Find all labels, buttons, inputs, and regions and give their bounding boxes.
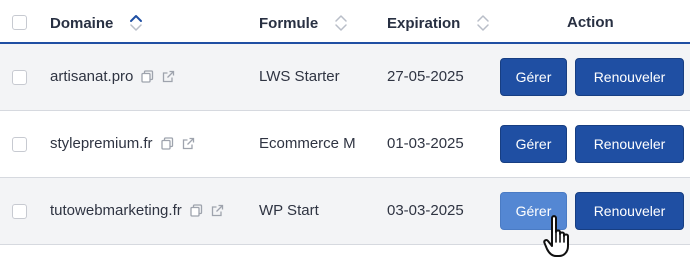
- table-header: Domaine Formule Expiration Action: [0, 0, 690, 44]
- table-row: stylepremium.fr Ecommerce M 01-03-2025 G…: [0, 111, 690, 178]
- copy-icon[interactable]: [141, 70, 154, 83]
- expiration-cell: 03-03-2025: [387, 202, 464, 219]
- renew-button[interactable]: Renouveler: [575, 192, 684, 230]
- formule-cell: LWS Starter: [259, 68, 340, 85]
- column-formule-header[interactable]: Formule: [259, 14, 348, 32]
- expiration-cell: 01-03-2025: [387, 135, 464, 152]
- column-domain-header[interactable]: Domaine: [50, 14, 143, 32]
- row-checkbox[interactable]: [12, 137, 27, 152]
- column-action-header: Action: [567, 14, 614, 31]
- expiration-cell: 27-05-2025: [387, 68, 464, 85]
- column-expiration-header[interactable]: Expiration: [387, 14, 490, 32]
- domain-name: tutowebmarketing.fr: [50, 202, 182, 219]
- table-row: tutowebmarketing.fr WP Start 03-03-2025 …: [0, 178, 690, 245]
- hand-cursor-icon: [543, 215, 569, 257]
- domain-cell: stylepremium.fr: [50, 135, 195, 152]
- column-formule-label: Formule: [259, 14, 319, 32]
- column-expiration-label: Expiration: [387, 14, 461, 32]
- sort-icon[interactable]: [476, 14, 490, 32]
- domain-name: stylepremium.fr: [50, 135, 153, 152]
- renew-button[interactable]: Renouveler: [575, 58, 684, 96]
- formule-cell: WP Start: [259, 202, 319, 219]
- sort-icon[interactable]: [129, 14, 143, 32]
- domain-name: artisanat.pro: [50, 68, 134, 85]
- external-link-icon[interactable]: [182, 137, 195, 150]
- row-checkbox[interactable]: [12, 204, 27, 219]
- row-checkbox[interactable]: [12, 70, 27, 85]
- domains-table: Domaine Formule Expiration Action artisa…: [0, 0, 690, 245]
- external-link-icon[interactable]: [162, 70, 175, 83]
- formule-cell: Ecommerce M: [259, 135, 356, 152]
- renew-button[interactable]: Renouveler: [575, 125, 684, 163]
- column-domain-label: Domaine: [50, 14, 114, 32]
- manage-button[interactable]: Gérer: [500, 125, 567, 163]
- domain-cell: tutowebmarketing.fr: [50, 202, 224, 219]
- sort-icon[interactable]: [334, 14, 348, 32]
- external-link-icon[interactable]: [211, 204, 224, 217]
- copy-icon[interactable]: [190, 204, 203, 217]
- manage-button[interactable]: Gérer: [500, 58, 567, 96]
- select-all-checkbox[interactable]: [12, 15, 27, 30]
- domain-cell: artisanat.pro: [50, 68, 175, 85]
- copy-icon[interactable]: [160, 137, 174, 150]
- column-action-label: Action: [567, 14, 614, 31]
- table-row: artisanat.pro LWS Starter 27-05-2025 Gér…: [0, 44, 690, 111]
